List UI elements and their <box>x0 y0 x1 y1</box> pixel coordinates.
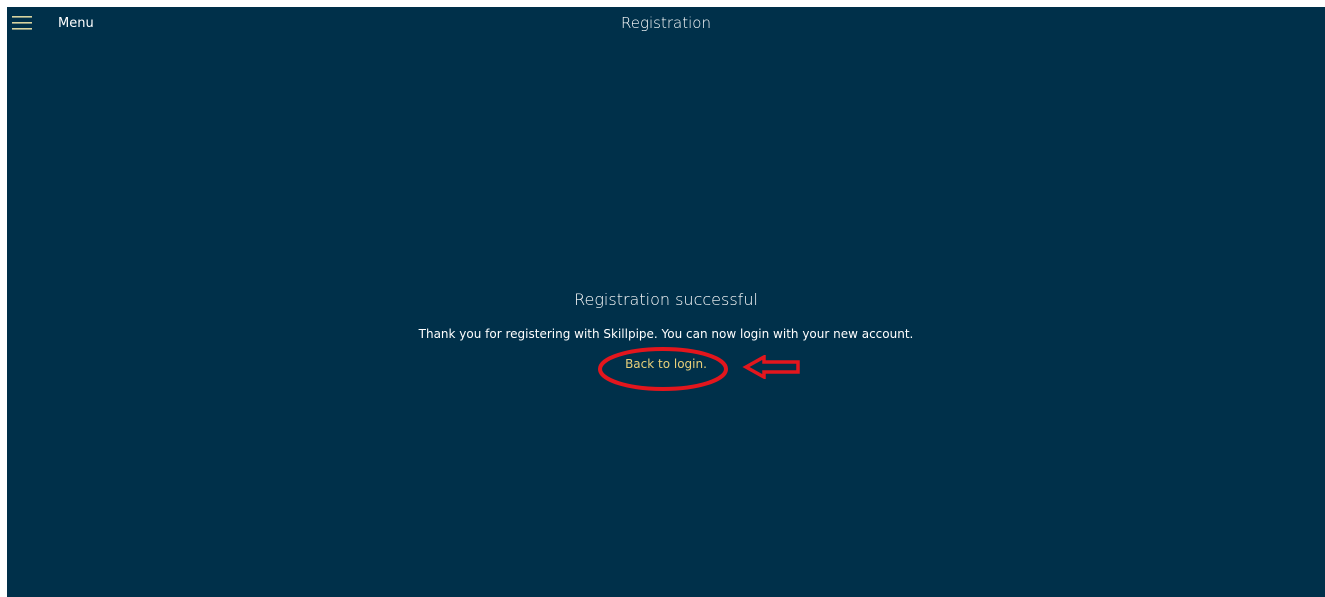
app-window: Menu Registration Registration successfu… <box>7 7 1325 597</box>
back-to-login-link[interactable]: Back to login. <box>625 356 707 372</box>
page-title: Registration <box>621 14 711 32</box>
success-heading: Registration successful <box>574 290 758 309</box>
top-bar: Menu Registration <box>7 7 1325 39</box>
success-message: Thank you for registering with Skillpipe… <box>418 327 914 341</box>
registration-result: Registration successful Thank you for re… <box>7 289 1325 372</box>
